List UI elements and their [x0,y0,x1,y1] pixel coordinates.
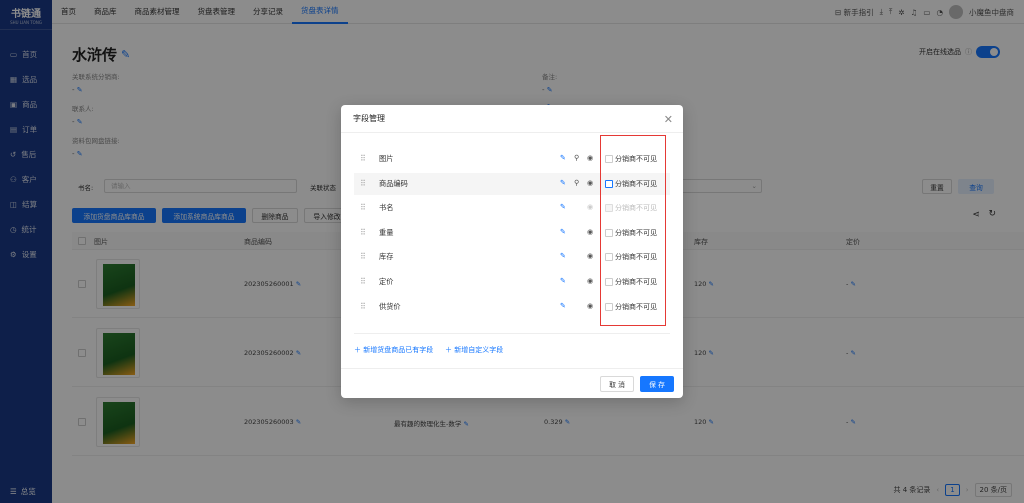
eye-icon[interactable]: ◉ [587,276,596,285]
field-name: 重量 [379,227,394,237]
dialog-footer: 取 消 保 存 [341,368,683,398]
drag-handle-icon[interactable]: ⠿ [360,228,366,237]
drag-handle-icon[interactable]: ⠿ [360,253,366,261]
eye-icon[interactable]: ◉ [587,251,596,260]
drag-handle-icon[interactable]: ⠿ [360,302,366,311]
dialog-title: 字段管理 [341,105,683,133]
drag-handle-icon[interactable]: ⠿ [360,179,366,188]
eye-icon[interactable]: ◉ [587,227,596,236]
edit-icon[interactable]: ✎ [560,301,569,310]
eye-icon[interactable]: ◉ [587,301,596,310]
eye-icon[interactable]: ◉ [587,153,596,162]
close-icon[interactable]: ✕ [664,113,673,126]
edit-icon[interactable]: ✎ [560,202,569,211]
field-name: 书名 [379,203,394,213]
edit-icon[interactable]: ✎ [560,153,569,162]
pin-icon[interactable]: ⚲ [574,178,583,187]
divider [354,333,670,334]
eye-icon[interactable]: ◉ [587,202,596,211]
highlight-annotation [600,135,666,326]
save-button[interactable]: 保 存 [640,376,674,392]
edit-icon[interactable]: ✎ [560,251,569,260]
add-custom-field-link[interactable]: ＋ 新增自定义字段 [445,345,503,355]
drag-handle-icon[interactable]: ⠿ [360,204,366,212]
field-name: 供货价 [379,301,401,311]
eye-icon[interactable]: ◉ [587,178,596,187]
cancel-button[interactable]: 取 消 [600,376,634,392]
edit-icon[interactable]: ✎ [560,178,569,187]
drag-handle-icon[interactable]: ⠿ [360,278,366,286]
field-name: 库存 [379,252,394,262]
edit-icon[interactable]: ✎ [560,227,569,236]
pin-icon[interactable]: ⚲ [574,153,583,162]
edit-icon[interactable]: ✎ [560,276,569,285]
field-name: 商品编码 [379,178,408,188]
drag-handle-icon[interactable]: ⠿ [360,155,366,163]
field-name: 图片 [379,154,394,163]
field-name: 定价 [379,277,394,286]
add-existing-field-link[interactable]: ＋ 新增货盘商品已有字段 [354,345,433,355]
